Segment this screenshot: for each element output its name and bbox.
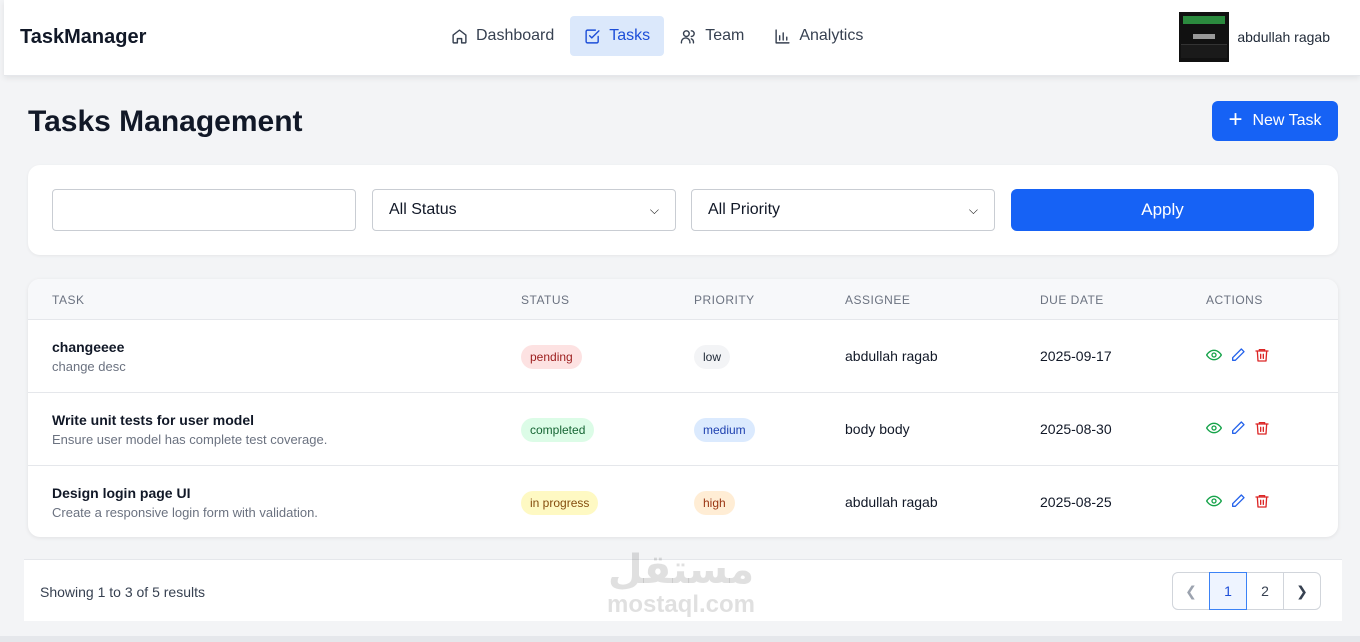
task-title: Design login page UI <box>52 485 191 501</box>
pagination-bar: Showing 1 to 3 of 5 results ❮ 1 2 ❯ <box>24 559 1342 621</box>
page-button-2[interactable]: 2 <box>1246 572 1284 610</box>
nav-item-label: Tasks <box>609 27 651 44</box>
chevron-down-icon: ⌵ <box>968 202 978 217</box>
view-icon[interactable] <box>1206 420 1222 436</box>
priority-badge: low <box>694 345 731 369</box>
delete-icon[interactable] <box>1254 347 1270 363</box>
plus-icon: + <box>1228 106 1243 133</box>
table-row: changeeee change desc pending low abdull… <box>28 319 1338 392</box>
task-description: Ensure user model has complete test cove… <box>52 432 328 447</box>
new-task-button[interactable]: + New Task <box>1212 101 1338 141</box>
results-summary: Showing 1 to 3 of 5 results <box>40 584 205 600</box>
search-input[interactable] <box>52 189 356 231</box>
bar-chart-icon <box>775 28 790 44</box>
status-badge: pending <box>521 345 582 369</box>
chevron-right-icon: ❯ <box>1296 582 1308 599</box>
table-header: TASK STATUS PRIORITY ASSIGNEE DUE DATE A… <box>28 279 1338 319</box>
nav-item-label: Team <box>705 27 745 44</box>
row-actions <box>1206 420 1270 436</box>
user-menu[interactable]: abdullah ragab <box>1179 12 1330 62</box>
status-badge: completed <box>521 418 595 442</box>
top-navbar: TaskManager Dashboard Tasks Team Analyti… <box>4 0 1360 76</box>
new-task-label: New Task <box>1252 112 1322 129</box>
brand-logo[interactable]: TaskManager <box>20 26 146 49</box>
nav-item-analytics[interactable]: Analytics <box>760 16 877 56</box>
task-title: changeeee <box>52 339 125 355</box>
column-header-task: TASK <box>52 293 85 307</box>
column-header-status: STATUS <box>521 293 570 307</box>
row-actions <box>1206 347 1270 363</box>
bottom-divider <box>0 636 1360 642</box>
chevron-left-icon: ❮ <box>1185 582 1197 599</box>
chevron-down-icon: ⌵ <box>649 202 659 217</box>
edit-icon[interactable] <box>1230 347 1246 363</box>
priority-select-value: All Priority <box>708 201 781 218</box>
user-name: abdullah ragab <box>1237 29 1330 45</box>
priority-select[interactable]: All Priority ⌵ <box>691 189 995 231</box>
priority-badge: high <box>694 491 735 515</box>
assignee: body body <box>845 421 910 437</box>
checkbox-icon <box>585 28 600 44</box>
column-header-assignee: ASSIGNEE <box>845 293 911 307</box>
due-date: 2025-08-30 <box>1040 421 1112 437</box>
apply-button[interactable]: Apply <box>1011 189 1314 231</box>
delete-icon[interactable] <box>1254 493 1270 509</box>
delete-icon[interactable] <box>1254 420 1270 436</box>
task-description: Create a responsive login form with vali… <box>52 505 318 520</box>
tasks-table: TASK STATUS PRIORITY ASSIGNEE DUE DATE A… <box>28 279 1338 537</box>
assignee: abdullah ragab <box>845 494 938 510</box>
previous-page-button[interactable]: ❮ <box>1172 572 1210 610</box>
status-select[interactable]: All Status ⌵ <box>372 189 676 231</box>
priority-badge: medium <box>694 418 755 442</box>
status-badge: in progress <box>521 491 599 515</box>
edit-icon[interactable] <box>1230 493 1246 509</box>
status-select-value: All Status <box>389 201 457 218</box>
filter-card: All Status ⌵ All Priority ⌵ Apply <box>28 165 1338 255</box>
main-nav: Dashboard Tasks Team Analytics <box>437 16 879 56</box>
row-actions <box>1206 493 1270 509</box>
task-description: change desc <box>52 359 126 374</box>
due-date: 2025-08-25 <box>1040 494 1112 510</box>
pagination: ❮ 1 2 ❯ <box>1172 572 1321 610</box>
view-icon[interactable] <box>1206 493 1222 509</box>
nav-item-tasks[interactable]: Tasks <box>570 16 665 56</box>
table-row: Write unit tests for user model Ensure u… <box>28 392 1338 465</box>
assignee: abdullah ragab <box>845 348 938 364</box>
nav-item-dashboard[interactable]: Dashboard <box>437 16 568 56</box>
due-date: 2025-09-17 <box>1040 348 1112 364</box>
home-icon <box>452 28 467 44</box>
view-icon[interactable] <box>1206 347 1222 363</box>
nav-item-label: Analytics <box>799 27 864 44</box>
column-header-due-date: DUE DATE <box>1040 293 1104 307</box>
users-icon <box>680 29 695 44</box>
edit-icon[interactable] <box>1230 420 1246 436</box>
next-page-button[interactable]: ❯ <box>1283 572 1321 610</box>
page-title: Tasks Management <box>28 105 303 138</box>
page-button-1[interactable]: 1 <box>1209 572 1247 610</box>
table-row: Design login page UI Create a responsive… <box>28 465 1338 537</box>
nav-item-team[interactable]: Team <box>666 16 758 56</box>
nav-item-label: Dashboard <box>476 27 555 44</box>
task-title: Write unit tests for user model <box>52 412 254 428</box>
avatar[interactable] <box>1179 12 1230 62</box>
column-header-priority: PRIORITY <box>694 293 755 307</box>
column-header-actions: ACTIONS <box>1206 293 1263 307</box>
